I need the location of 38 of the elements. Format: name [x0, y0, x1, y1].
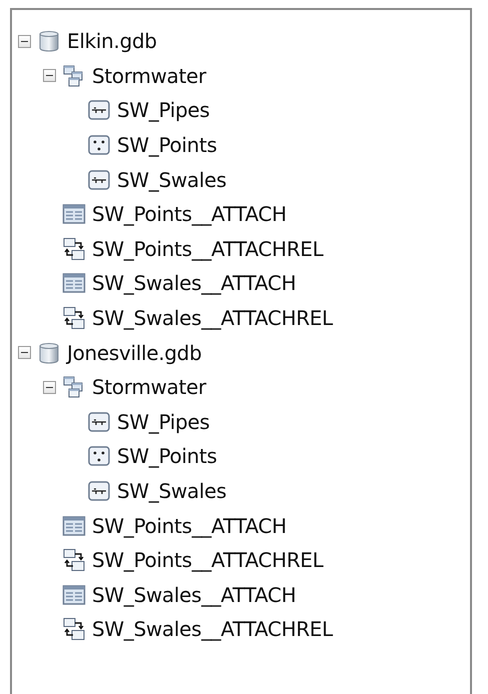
collapse-toggle[interactable]: [43, 69, 56, 82]
tree-item-label[interactable]: SW_Points__ATTACH: [92, 199, 286, 230]
tree-item-label[interactable]: SW_Swales__ATTACH: [92, 580, 296, 610]
tree-item-label[interactable]: SW_Points__ATTACH: [92, 510, 286, 541]
collapse-toggle[interactable]: [18, 346, 31, 360]
database-icon: [37, 29, 61, 54]
point-layer-icon: [87, 133, 111, 158]
tree-item-label[interactable]: SW_Swales__ATTACH: [92, 268, 296, 298]
tree-item-label[interactable]: SW_Pipes: [117, 95, 210, 126]
tree-item-label[interactable]: SW_Swales__ATTACHREL: [92, 303, 333, 334]
tree-item-label[interactable]: SW_Points: [117, 130, 217, 160]
line-layer-icon: [87, 98, 111, 122]
line-layer-icon: [87, 168, 111, 192]
collapse-toggle[interactable]: [18, 34, 31, 48]
tree-item-label[interactable]: SW_Swales: [117, 476, 226, 506]
table-icon: [62, 271, 86, 296]
tree-item-label[interactable]: SW_Swales: [117, 164, 226, 195]
line-layer-icon: [87, 410, 111, 434]
tree-item-label[interactable]: SW_Points__ATTACHREL: [92, 545, 324, 576]
table-icon: [62, 202, 86, 226]
tree-item-label[interactable]: Stormwater: [92, 60, 206, 91]
table-icon: [62, 582, 86, 607]
tree-item-label[interactable]: Stormwater: [92, 372, 206, 402]
collapse-toggle[interactable]: [43, 380, 56, 394]
point-layer-icon: [87, 444, 111, 468]
tree-item-label[interactable]: SW_Points__ATTACHREL: [92, 234, 324, 264]
relationship-icon: [62, 548, 86, 572]
tree-item-label[interactable]: SW_Pipes: [117, 406, 210, 437]
relationship-icon: [62, 236, 86, 261]
tree-item-label[interactable]: SW_Points: [117, 441, 217, 472]
database-icon: [37, 340, 61, 365]
tree-item-label[interactable]: Elkin.gdb: [67, 26, 157, 56]
relationship-icon: [62, 617, 86, 642]
line-layer-icon: [87, 479, 111, 504]
tree-item-label[interactable]: Jonesville.gdb: [67, 338, 202, 368]
table-icon: [62, 514, 86, 538]
relationship-icon: [62, 306, 86, 330]
tree-item-label[interactable]: SW_Swales__ATTACHREL: [92, 614, 333, 644]
